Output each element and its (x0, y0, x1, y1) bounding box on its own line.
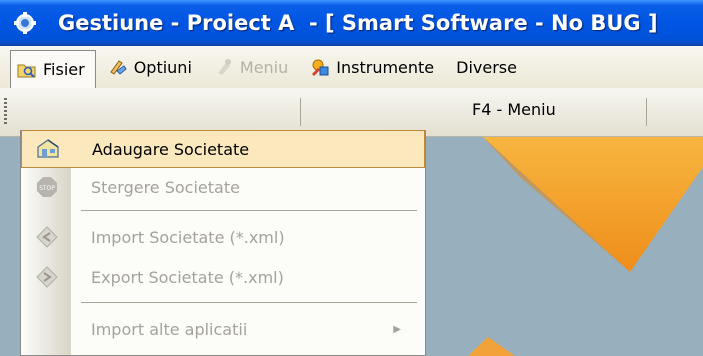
menu-item-label: Export Societate (*.xml) (91, 267, 284, 287)
menu-optiuni[interactable]: Optiuni (102, 50, 202, 84)
menu-item-import-alte-aplicatii[interactable]: Import alte aplicatii ▶ (21, 310, 425, 348)
tools-icon (310, 57, 330, 77)
menu-fisier[interactable]: Fisier (10, 50, 96, 88)
menu-separator (81, 210, 417, 211)
toolbar-separator (300, 98, 301, 126)
window-title: Gestiune - Proiect A - [ Smart Software … (58, 11, 658, 35)
import-icon (35, 225, 59, 249)
stop-icon: STOP (35, 175, 59, 199)
app-icon[interactable] (14, 12, 36, 34)
menu-icon (214, 57, 234, 77)
menu-optiuni-label: Optiuni (133, 57, 192, 77)
menu-diverse[interactable]: Diverse (450, 50, 527, 84)
svg-text:STOP: STOP (39, 185, 55, 192)
menu-item-export-societate[interactable]: Export Societate (*.xml) (21, 258, 425, 296)
toolbar-grip[interactable] (4, 98, 7, 126)
folder-icon (17, 60, 37, 80)
add-company-icon (36, 137, 60, 161)
menu-item-adaugare-societate[interactable]: Adaugare Societate (21, 130, 425, 168)
menu-instrumente-label: Instrumente (336, 57, 435, 77)
menu-fisier-label: Fisier (43, 60, 85, 79)
fisier-dropdown-menu: Adaugare Societate STOP Stergere Societa… (20, 130, 426, 356)
export-icon (35, 265, 59, 289)
menu-item-label: Import alte aplicatii (91, 319, 248, 339)
window-titlebar: Gestiune - Proiect A - [ Smart Software … (0, 0, 703, 46)
menu-item-label: Stergere Societate (91, 177, 240, 197)
menu-meniu-label: Meniu (239, 57, 289, 77)
options-icon (108, 57, 128, 77)
submenu-arrow-icon: ▶ (393, 323, 401, 335)
menu-meniu[interactable]: Meniu (208, 50, 298, 84)
menu-instrumente[interactable]: Instrumente (304, 50, 444, 84)
menu-item-label: Import Societate (*.xml) (91, 227, 285, 247)
menu-separator (81, 302, 417, 303)
menu-item-label: Adaugare Societate (92, 139, 250, 159)
menu-item-import-societate[interactable]: Import Societate (*.xml) (21, 218, 425, 256)
toolbar-separator (646, 98, 647, 126)
menu-item-stergere-societate[interactable]: STOP Stergere Societate (21, 168, 425, 206)
menu-bar: Fisier Optiuni Meniu Instrumente Diverse (0, 46, 703, 88)
f4-meniu-button[interactable]: F4 - Meniu (472, 100, 556, 119)
menu-diverse-label: Diverse (456, 57, 517, 77)
